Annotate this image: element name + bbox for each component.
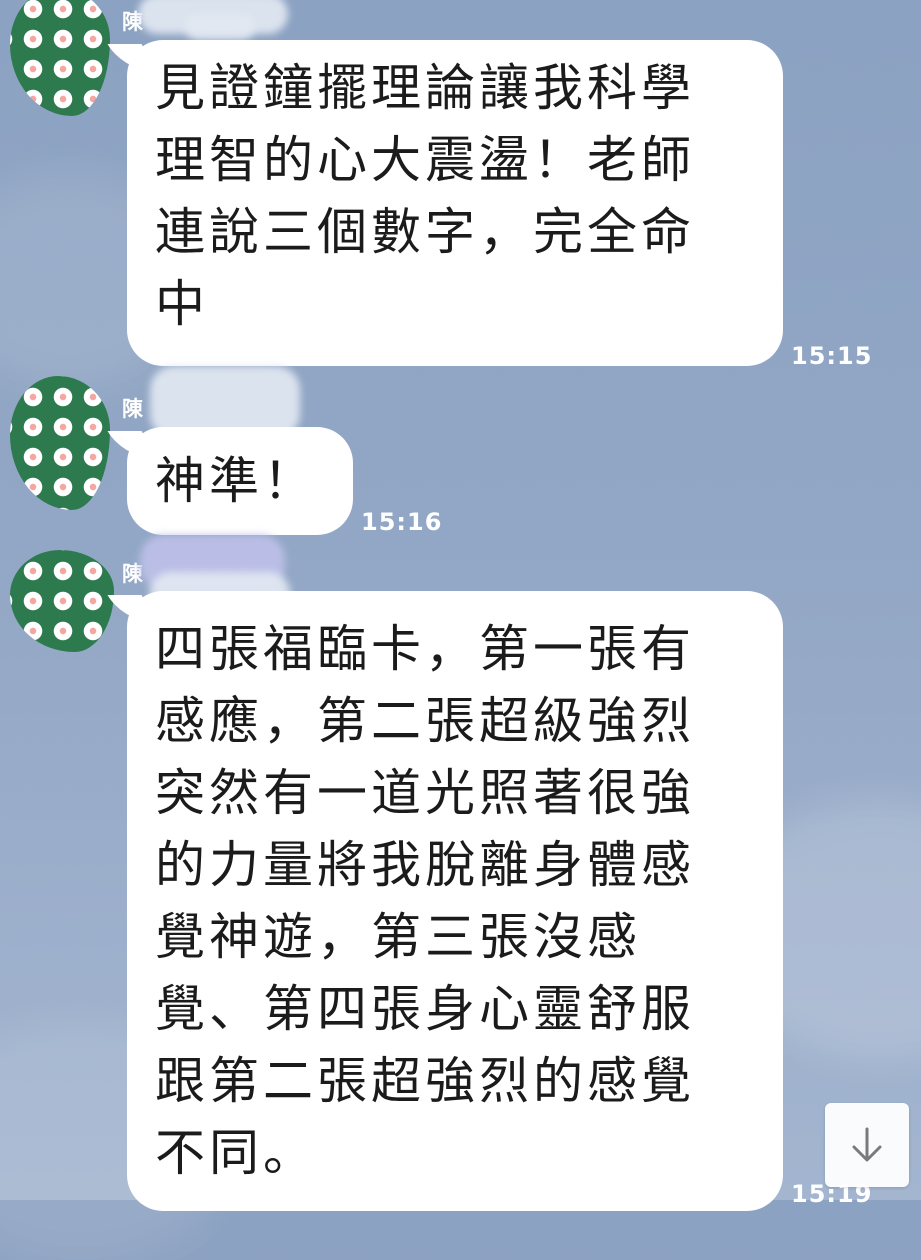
message-bubble[interactable]: 神準！ (127, 427, 353, 535)
scroll-to-bottom-button[interactable] (825, 1103, 909, 1187)
message-time: 15:15 (791, 342, 873, 370)
message-time: 15:16 (361, 508, 443, 536)
message-bubble[interactable]: 四張福臨卡，第一張有 感應，第二張超級強烈 突然有一道光照著很強 的力量將我脫離… (127, 591, 783, 1211)
redacted-name (185, 14, 255, 40)
arrow-down-icon (852, 1127, 882, 1162)
sender-name: 陳 (122, 397, 144, 421)
avatar[interactable] (10, 0, 110, 116)
message-bubble[interactable]: 見證鐘擺理論讓我科學 理智的心大震盪！老師 連說三個數字，完全命 中 (127, 40, 783, 366)
avatar[interactable] (10, 376, 110, 510)
avatar[interactable] (10, 550, 114, 652)
